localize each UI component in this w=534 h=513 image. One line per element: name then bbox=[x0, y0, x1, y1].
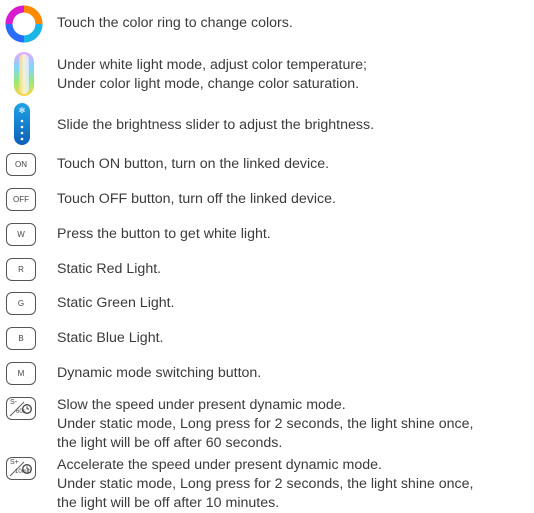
item-text: Under static mode, Long press for 2 seco… bbox=[57, 476, 474, 492]
item-text: the light will be off after 10 minutes. bbox=[57, 495, 280, 511]
mode-button[interactable]: M bbox=[6, 362, 36, 385]
brightness-slider-icon[interactable]: ✻ bbox=[11, 102, 33, 146]
item-text: Touch ON button, turn on the linked devi… bbox=[57, 156, 330, 172]
slow-speed-button[interactable]: S- 60s bbox=[6, 397, 36, 420]
item-text: Static Green Light. bbox=[57, 295, 175, 311]
item-text: Slow the speed under present dynamic mod… bbox=[57, 397, 346, 413]
white-button[interactable]: W bbox=[6, 223, 36, 246]
item-text: Dynamic mode switching button. bbox=[57, 365, 262, 381]
color-temperature-bar-icon[interactable] bbox=[11, 51, 37, 97]
item-text: Under static mode, Long press for 2 seco… bbox=[57, 416, 474, 432]
item-text: Under color light mode, change color sat… bbox=[57, 76, 360, 92]
green-button[interactable]: G bbox=[6, 292, 36, 315]
item-text: Touch OFF button, turn off the linked de… bbox=[57, 191, 336, 207]
item-text: Static Red Light. bbox=[57, 261, 162, 277]
item-text: the light will be off after 60 seconds. bbox=[57, 435, 283, 451]
item-text: Press the button to get white light. bbox=[57, 226, 271, 242]
fast-speed-button[interactable]: S+ 10min bbox=[6, 457, 36, 480]
item-text: Slide the brightness slider to adjust th… bbox=[57, 117, 375, 133]
on-button[interactable]: ON bbox=[6, 153, 36, 176]
color-ring-icon[interactable] bbox=[5, 5, 43, 43]
off-button[interactable]: OFF bbox=[6, 188, 36, 211]
timer-icon bbox=[9, 401, 32, 417]
item-text: Touch the color ring to change colors. bbox=[57, 15, 293, 31]
item-text: Accelerate the speed under present dynam… bbox=[57, 457, 382, 473]
blue-button[interactable]: B bbox=[6, 327, 36, 350]
item-text: Static Blue Light. bbox=[57, 330, 164, 346]
red-button[interactable]: R bbox=[6, 258, 36, 281]
timer-icon bbox=[9, 461, 32, 477]
svg-text:✻: ✻ bbox=[19, 106, 26, 115]
item-text: Under white light mode, adjust color tem… bbox=[57, 57, 367, 73]
